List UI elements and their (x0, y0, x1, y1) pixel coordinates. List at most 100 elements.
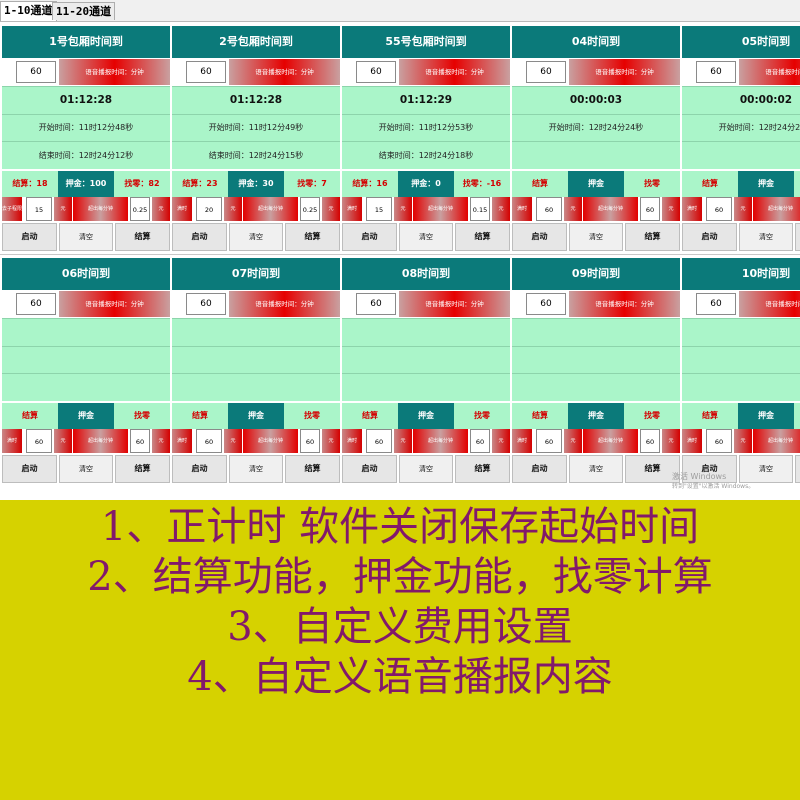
clear-button[interactable]: 清空 (569, 455, 623, 483)
base-fee-input[interactable]: 60 (706, 197, 732, 221)
base-fee-input[interactable]: 60 (536, 429, 562, 453)
overtime-rate-label: 超出每分钟 (753, 197, 800, 221)
overtime-rate-input[interactable]: 60 (130, 429, 150, 453)
start-button[interactable]: 启动 (172, 223, 227, 251)
overtime-rate-label: 超出每分钟 (583, 429, 638, 453)
voice-interval-input[interactable]: 60 (186, 61, 226, 83)
feature-line-4: 4、自定义语音播报内容 (187, 654, 613, 700)
settle-amount: 结算 (682, 171, 738, 197)
end-time: 结束时间：12时24分12秒 (2, 141, 170, 169)
settle-button[interactable]: 结算 (455, 455, 510, 483)
base-fee-unit: 元 (54, 197, 72, 221)
overtime-rate-label: 超出每分钟 (243, 197, 298, 221)
voice-interval-input[interactable]: 60 (356, 293, 396, 315)
overtime-rate-input[interactable]: 60 (300, 429, 320, 453)
clear-button[interactable]: 清空 (399, 455, 453, 483)
settlement-row: 结算押金找零 (2, 403, 170, 429)
settle-button[interactable]: 结算 (285, 455, 340, 483)
change-amount: 找零 (624, 171, 680, 197)
start-button[interactable]: 启动 (512, 455, 567, 483)
base-fee-input[interactable]: 60 (26, 429, 52, 453)
voice-interval-input[interactable]: 60 (696, 293, 736, 315)
elapsed-timer: 00:00:02 (682, 86, 800, 114)
voice-interval-input[interactable]: 60 (526, 61, 566, 83)
end-time (512, 373, 680, 401)
settle-button[interactable]: 结算 (795, 223, 800, 251)
base-fee-input[interactable]: 15 (366, 197, 392, 221)
rate-mode-label: 满时 (342, 429, 362, 453)
overtime-rate-input[interactable]: 0.15 (470, 197, 490, 221)
settle-button[interactable]: 结算 (455, 223, 510, 251)
settle-button[interactable]: 结算 (795, 455, 800, 483)
voice-interval-input[interactable]: 60 (356, 61, 396, 83)
elapsed-timer (172, 318, 340, 346)
tab-channels-11-20[interactable]: 11-20通道 (52, 2, 116, 20)
end-time (682, 373, 800, 401)
start-button[interactable]: 启动 (2, 455, 57, 483)
clear-button[interactable]: 清空 (229, 455, 283, 483)
overtime-rate-input[interactable]: 60 (640, 197, 660, 221)
settle-button[interactable]: 结算 (115, 223, 170, 251)
channel-title: 09时间到 (512, 258, 680, 290)
action-buttons: 启动清空结算 (2, 221, 170, 253)
voice-interval-input[interactable]: 60 (186, 293, 226, 315)
start-button[interactable]: 启动 (682, 223, 737, 251)
overtime-rate-input[interactable]: 60 (640, 429, 660, 453)
channel-title: 07时间到 (172, 258, 340, 290)
tab-channels-1-10[interactable]: 1-10通道 (0, 1, 57, 21)
clear-button[interactable]: 清空 (739, 223, 793, 251)
voice-interval-input[interactable]: 60 (16, 293, 56, 315)
action-buttons: 启动清空结算 (342, 221, 510, 253)
base-fee-input[interactable]: 60 (536, 197, 562, 221)
channel-card: 09时间到 60 语音播报时间：分钟 结算 押金 找零 满时 60 元超出每分钟 60 元启动 清空结… (512, 256, 682, 486)
overtime-rate-unit: 元 (492, 429, 510, 453)
base-fee-input[interactable]: 60 (706, 429, 732, 453)
voice-interval-input[interactable]: 60 (16, 61, 56, 83)
deposit-amount: 押金：100 (58, 171, 114, 197)
clear-button[interactable]: 清空 (229, 223, 283, 251)
voice-broadcast-row: 60语音播报时间：分钟 (2, 290, 170, 318)
overtime-rate-unit: 元 (152, 197, 170, 221)
settle-amount: 结算 (682, 403, 738, 429)
voice-broadcast-label: 语音播报时间：分钟 (229, 291, 340, 317)
voice-broadcast-row: 60语音播报时间：分钟 (512, 58, 680, 86)
clear-button[interactable]: 清空 (399, 223, 453, 251)
channel-card: 07时间到 60 语音播报时间：分钟 结算 押金 找零 满时 60 元超出每分钟 60 元启动 清空结… (172, 256, 342, 486)
feature-line-1: 1、正计时 软件关闭保存起始时间 (100, 504, 700, 550)
change-amount: 找零 (284, 403, 340, 429)
voice-interval-input[interactable]: 60 (526, 293, 566, 315)
base-fee-input[interactable]: 20 (196, 197, 222, 221)
overtime-rate-input[interactable]: 60 (470, 429, 490, 453)
rate-mode-label: 满时 (512, 197, 532, 221)
start-button[interactable]: 启动 (172, 455, 227, 483)
voice-broadcast-label: 语音播报时间：分钟 (569, 291, 680, 317)
settle-amount: 结算：16 (342, 171, 398, 197)
base-fee-input[interactable]: 60 (366, 429, 392, 453)
voice-interval-input[interactable]: 60 (696, 61, 736, 83)
clear-button[interactable]: 清空 (59, 223, 113, 251)
overtime-rate-unit: 元 (152, 429, 170, 453)
base-fee-unit: 元 (734, 197, 752, 221)
settle-amount: 结算：18 (2, 171, 58, 197)
settle-button[interactable]: 结算 (625, 223, 680, 251)
overtime-rate-input[interactable]: 0.25 (130, 197, 150, 221)
elapsed-timer (682, 318, 800, 346)
start-button[interactable]: 启动 (342, 223, 397, 251)
deposit-amount: 押金 (738, 403, 794, 429)
clear-button[interactable]: 清空 (569, 223, 623, 251)
overtime-rate-label: 超出每分钟 (413, 429, 468, 453)
overtime-rate-input[interactable]: 0.25 (300, 197, 320, 221)
base-fee-input[interactable]: 60 (196, 429, 222, 453)
rate-settings-row: 满时60元超出每分钟60元 (682, 197, 800, 221)
settlement-row: 结算押金找零 (342, 403, 510, 429)
base-fee-input[interactable]: 15 (26, 197, 52, 221)
base-fee-unit: 元 (564, 197, 582, 221)
settle-amount: 结算 (172, 403, 228, 429)
settle-button[interactable]: 结算 (285, 223, 340, 251)
start-button[interactable]: 启动 (2, 223, 57, 251)
settle-button[interactable]: 结算 (115, 455, 170, 483)
settle-amount: 结算 (2, 403, 58, 429)
start-button[interactable]: 启动 (342, 455, 397, 483)
clear-button[interactable]: 清空 (59, 455, 113, 483)
start-button[interactable]: 启动 (512, 223, 567, 251)
